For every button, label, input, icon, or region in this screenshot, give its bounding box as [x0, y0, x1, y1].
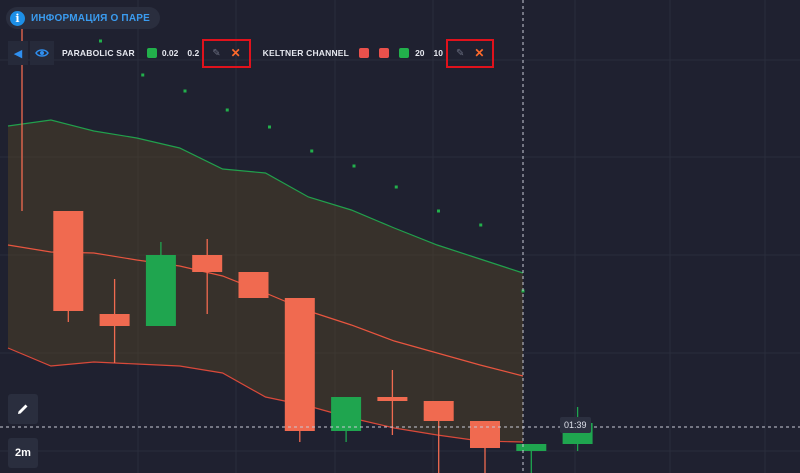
keltner-remove-close-icon[interactable]: ✕ [474, 46, 484, 60]
candle-body [238, 272, 269, 298]
sar-dot [479, 223, 483, 227]
sar-dot [268, 125, 271, 129]
pair-info-label: ИНФОРМАЦИЯ О ПАРЕ [31, 12, 150, 24]
price-chart[interactable] [0, 0, 800, 473]
pencil-icon [18, 404, 28, 414]
candle-body [516, 444, 547, 451]
sar-dot [225, 108, 229, 112]
sar-dot [141, 73, 145, 77]
info-icon: i [10, 10, 25, 26]
sar-dot [310, 149, 314, 153]
timeframe-button[interactable]: 2m [8, 438, 38, 468]
indicator-name-psar: PARABOLIC SAR [62, 48, 135, 58]
psar-param-max[interactable]: 0.2 [187, 48, 199, 58]
keltner-param-period[interactable]: 20 [415, 48, 424, 58]
candle-body [284, 298, 315, 431]
keltner-color-swatch-3[interactable] [399, 48, 410, 58]
pair-info-button[interactable]: i ИНФОРМАЦИЯ О ПАРЕ [6, 7, 160, 29]
indicator-bar: ◀ PARABOLIC SAR 0.02 0.2 ✎ ✕ KELTNER CHA… [8, 38, 495, 68]
candle-body [423, 401, 454, 421]
keltner-controls: ✎ ✕ [446, 38, 495, 68]
candle-body [377, 397, 408, 401]
candle-body [192, 255, 223, 272]
timeframe-label: 2m [15, 447, 31, 459]
sar-dot [394, 185, 398, 189]
psar-remove-close-icon[interactable]: ✕ [231, 46, 241, 60]
psar-edit-pencil-icon[interactable]: ✎ [212, 48, 220, 59]
crosshair-time-label: 01:39 [560, 417, 591, 433]
psar-controls: ✎ ✕ [202, 38, 251, 68]
indicator-name-keltner: KELTNER CHANNEL [262, 48, 350, 58]
candle-body [53, 211, 84, 311]
drawing-tool-button[interactable] [8, 394, 38, 424]
keltner-color-swatch-1[interactable] [359, 48, 370, 58]
visibility-eye-icon[interactable] [30, 41, 54, 65]
sar-dot [183, 89, 187, 93]
sar-dot [437, 209, 440, 213]
keltner-param-multiplier[interactable]: 10 [434, 48, 443, 58]
collapse-arrow-icon[interactable]: ◀ [8, 41, 28, 65]
candle-body [331, 397, 362, 431]
psar-color-swatch[interactable] [146, 48, 157, 58]
candle-body [99, 314, 130, 326]
keltner-edit-pencil-icon[interactable]: ✎ [456, 48, 464, 59]
psar-param-step[interactable]: 0.02 [162, 48, 179, 58]
keltner-color-swatch-2[interactable] [379, 48, 390, 58]
sar-dot [352, 164, 356, 168]
candle-body [145, 255, 176, 326]
candle-body [470, 421, 500, 448]
